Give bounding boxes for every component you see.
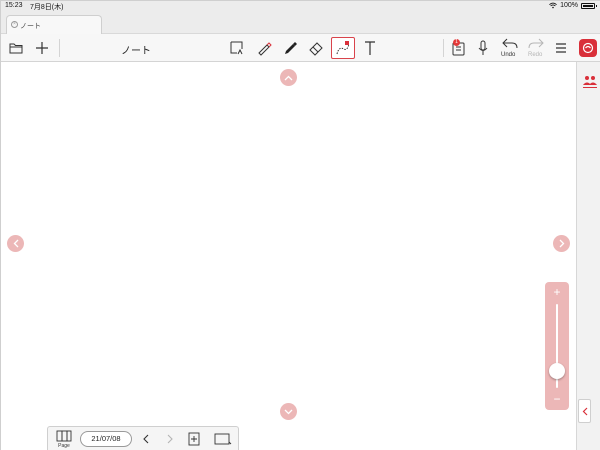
pen-icon xyxy=(258,42,272,56)
page-view-button[interactable] xyxy=(212,431,234,447)
lasso-tool-button[interactable] xyxy=(226,34,248,62)
marker-tool-button[interactable] xyxy=(279,34,301,62)
microphone-icon xyxy=(478,40,488,55)
zoom-out-button[interactable]: − xyxy=(545,392,569,406)
folder-icon xyxy=(9,43,23,54)
battery-percentage: 100% xyxy=(560,2,578,9)
status-date: 7月8日(木) xyxy=(30,4,64,11)
page-view-icon xyxy=(214,433,232,445)
chevron-left-icon xyxy=(13,239,18,248)
eraser-tool-button[interactable] xyxy=(305,34,327,62)
undo-label: Undo xyxy=(501,52,516,58)
add-page-button[interactable] xyxy=(186,431,202,447)
notification-badge: 1 xyxy=(453,39,460,46)
battery-icon xyxy=(581,2,597,9)
marker-icon xyxy=(285,42,297,54)
wifi-icon xyxy=(549,2,557,9)
scroll-left-button[interactable] xyxy=(7,235,24,252)
folder-button[interactable] xyxy=(6,34,26,62)
scroll-down-button[interactable] xyxy=(280,403,297,420)
menu-icon xyxy=(556,43,566,53)
app-logo-icon xyxy=(582,42,594,54)
page-bar: Page 21/07/08 xyxy=(47,426,239,450)
previous-page-button[interactable] xyxy=(138,431,154,447)
status-indicators: 100% xyxy=(549,2,597,9)
close-circle-icon[interactable]: × xyxy=(11,21,18,28)
chevron-left-icon xyxy=(582,407,587,415)
pages-icon xyxy=(56,430,72,442)
page-date-field[interactable]: 21/07/08 xyxy=(80,431,132,447)
shape-icon xyxy=(336,41,350,55)
text-icon xyxy=(365,41,375,55)
tab-label: ノート xyxy=(20,23,41,30)
page-list-button[interactable]: Page xyxy=(54,430,74,450)
tab-bar: × ノート xyxy=(1,12,600,35)
zoom-thumb[interactable] xyxy=(549,363,565,380)
eraser-icon xyxy=(309,42,323,56)
chevron-left-icon xyxy=(143,434,149,444)
undo-icon xyxy=(502,38,518,49)
redo-button[interactable]: Redo xyxy=(525,34,547,62)
notebook-button[interactable]: 1 xyxy=(447,34,469,62)
chevron-up-icon xyxy=(284,75,293,80)
toolbar-divider xyxy=(59,39,60,57)
note-title[interactable]: ノート xyxy=(121,42,151,57)
toolbar: ノート 1 Undo Redo xyxy=(1,34,600,62)
note-canvas[interactable] xyxy=(1,62,576,450)
redo-icon xyxy=(528,38,544,49)
microphone-button[interactable] xyxy=(473,34,493,62)
people-icon xyxy=(583,76,597,88)
collapse-panel-button[interactable] xyxy=(578,399,591,423)
people-button[interactable] xyxy=(582,74,598,95)
toolbar-divider xyxy=(443,39,444,57)
chevron-right-icon xyxy=(559,239,564,248)
text-tool-button[interactable] xyxy=(359,34,381,62)
app-logo-button[interactable] xyxy=(579,39,597,57)
hamburger-menu-button[interactable] xyxy=(555,41,567,59)
pen-tool-button[interactable] xyxy=(253,34,275,62)
chevron-down-icon xyxy=(284,409,293,414)
status-time: 15:23 xyxy=(5,2,23,9)
plus-icon xyxy=(36,42,48,54)
zoom-track[interactable] xyxy=(549,304,565,388)
next-page-button[interactable] xyxy=(162,431,178,447)
chevron-right-icon xyxy=(167,434,173,444)
zoom-slider[interactable]: + − xyxy=(545,282,569,410)
undo-button[interactable]: Undo xyxy=(499,34,521,62)
zoom-in-button[interactable]: + xyxy=(545,285,569,299)
page-label: Page xyxy=(58,443,70,449)
redo-label: Redo xyxy=(528,52,543,58)
tab-note[interactable]: × ノート xyxy=(6,15,102,35)
add-page-icon xyxy=(188,432,200,446)
add-note-button[interactable] xyxy=(31,34,53,62)
shape-tool-button[interactable] xyxy=(331,37,355,59)
scroll-right-button[interactable] xyxy=(553,235,570,252)
scroll-up-button[interactable] xyxy=(280,69,297,86)
lasso-select-icon xyxy=(230,41,243,55)
status-bar: 15:23 7月8日(木) 100% xyxy=(1,1,600,12)
side-panel xyxy=(576,62,600,450)
app-window: 15:23 7月8日(木) 100% × ノート ノート 1 Undo Redo… xyxy=(0,0,600,450)
